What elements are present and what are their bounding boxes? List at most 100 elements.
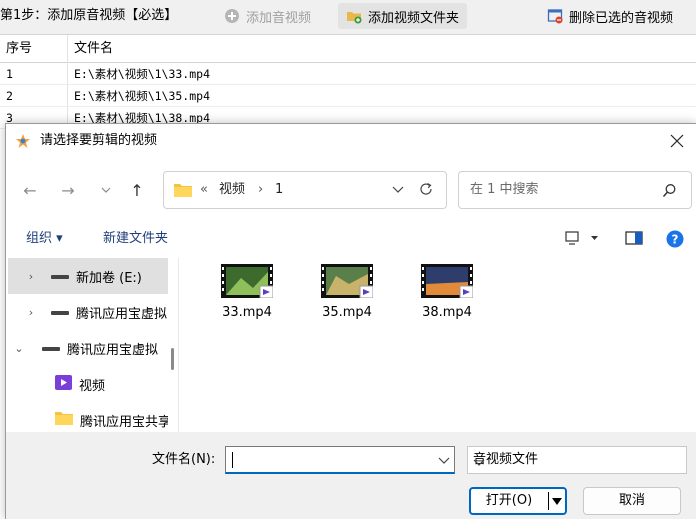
video-thumbnail-icon: [221, 264, 274, 299]
monitor-view-icon: [565, 231, 598, 245]
up-button[interactable]: ↑: [123, 176, 151, 204]
video-folder-icon: [55, 374, 72, 394]
video-thumbnail-icon: [421, 264, 474, 299]
delete-list-icon: [547, 8, 563, 24]
preview-pane-button[interactable]: [625, 230, 643, 250]
folder-icon: [174, 183, 192, 197]
video-thumbnail-icon: [321, 264, 374, 299]
file-item-35[interactable]: 35.mp4: [302, 264, 392, 320]
drive-icon: [51, 269, 69, 284]
refresh-icon: [420, 182, 432, 195]
breadcrumb-separator: ›: [258, 182, 264, 197]
expand-chevron-icon[interactable]: ›: [24, 270, 38, 283]
sidebar-item-label: 腾讯应用宝虚拟: [67, 342, 159, 358]
file-type-dropdown[interactable]: [473, 453, 680, 479]
svg-text:?: ?: [672, 233, 679, 247]
add-av-button[interactable]: 添加音视频: [216, 3, 319, 29]
back-button[interactable]: ←: [16, 176, 44, 204]
file-name: 33.mp4: [222, 305, 272, 320]
recent-locations-button[interactable]: [92, 176, 120, 204]
arrow-right-icon: →: [61, 180, 75, 200]
open-button-label: 打开(O): [485, 493, 533, 508]
row-index: 1: [6, 67, 13, 81]
expand-chevron-icon[interactable]: ›: [24, 306, 38, 319]
dialog-title: 请选择要剪辑的视频: [40, 133, 158, 148]
pane-divider[interactable]: [178, 258, 179, 432]
dialog-footer: 文件名(N): 音视频文件 打开(O) 取消: [6, 432, 696, 519]
file-item-33[interactable]: 33.mp4: [202, 264, 292, 320]
sidebar-item-tencent-shared[interactable]: 腾讯应用宝共享: [8, 402, 168, 432]
new-folder-button[interactable]: 新建文件夹: [103, 222, 168, 256]
file-name: 35.mp4: [322, 305, 372, 320]
sidebar-item-tencent-virtual-1[interactable]: › 腾讯应用宝虚拟: [8, 294, 168, 330]
forward-button[interactable]: →: [54, 176, 82, 204]
close-button[interactable]: [657, 124, 696, 158]
table-row[interactable]: 2 E:\素材\视频\1\35.mp4: [0, 85, 696, 107]
collapse-chevron-icon[interactable]: ⌄: [12, 342, 26, 355]
organize-menu-button[interactable]: 组织 ▾: [26, 222, 63, 256]
add-folder-button[interactable]: 添加视频文件夹: [338, 3, 468, 29]
chevron-down-icon: [473, 459, 485, 466]
plus-circle-icon: [224, 8, 240, 24]
sidebar-item-videos[interactable]: 视频: [8, 366, 168, 402]
filename-combobox[interactable]: [225, 446, 455, 474]
sidebar-item-label: 视频: [79, 378, 106, 394]
sidebar-scrollbar[interactable]: [171, 348, 174, 370]
open-options-dropdown[interactable]: [551, 494, 563, 512]
file-name: 38.mp4: [422, 305, 472, 320]
search-box[interactable]: 在 1 中搜索: [458, 171, 692, 209]
row-index: 2: [6, 89, 13, 103]
caret-down-icon: [552, 498, 562, 505]
file-type-select[interactable]: 音视频文件: [467, 446, 687, 474]
filename-input[interactable]: [230, 449, 426, 471]
cancel-button[interactable]: 取消: [583, 487, 681, 515]
delete-selected-button[interactable]: 删除已选的音视频: [539, 3, 681, 29]
file-list: 33.mp4 35.mp4 38.mp4: [186, 258, 696, 432]
filename-history-dropdown[interactable]: [438, 453, 450, 471]
arrow-up-icon: ↑: [130, 180, 144, 200]
search-placeholder: 在 1 中搜索: [470, 182, 539, 197]
step-label: 第1步：添加原音视频【必选】: [0, 8, 178, 23]
address-history-dropdown[interactable]: [392, 182, 404, 200]
text-caret: [232, 452, 233, 468]
navigation-bar: ← → ↑ « 视频 › 1 在 1 中搜索: [6, 158, 696, 218]
breadcrumb-videos[interactable]: 视频: [219, 172, 245, 208]
filename-label: 文件名(N):: [152, 452, 216, 467]
navigation-pane: › 新加卷 (E:) › 腾讯应用宝虚拟 ⌄ 腾讯应用宝虚拟 视频 腾讯应用宝共…: [6, 258, 185, 432]
row-path: E:\素材\视频\1\35.mp4: [74, 89, 211, 103]
sidebar-item-label: 新加卷 (E:): [76, 270, 142, 286]
drive-icon: [51, 305, 69, 320]
dialog-titlebar[interactable]: 请选择要剪辑的视频: [6, 124, 696, 158]
add-av-label: 添加音视频: [246, 10, 312, 26]
table-row[interactable]: 1 E:\素材\视频\1\33.mp4: [0, 63, 696, 85]
sidebar-item-label: 腾讯应用宝共享: [80, 414, 168, 430]
breadcrumb-folder-1[interactable]: 1: [275, 172, 283, 208]
refresh-button[interactable]: [418, 181, 434, 201]
help-icon: ?: [666, 230, 684, 248]
address-bar[interactable]: « 视频 › 1: [163, 171, 447, 209]
arrow-left-icon: ←: [23, 180, 37, 200]
split-divider: [548, 492, 549, 510]
table-header: 序号 文件名: [0, 35, 696, 63]
chevron-down-icon: [438, 457, 450, 464]
open-file-dialog: 请选择要剪辑的视频 ← → ↑ « 视频 › 1 在 1 中搜索 组织 ▾ 新建…: [5, 123, 696, 519]
app-logo-icon: [15, 133, 31, 149]
drive-icon: [42, 341, 60, 356]
view-options-button[interactable]: [565, 230, 599, 250]
folder-icon: [55, 411, 73, 429]
open-button[interactable]: 打开(O): [469, 487, 567, 515]
help-button[interactable]: ?: [666, 230, 684, 252]
command-bar: 组织 ▾ 新建文件夹 ?: [6, 222, 696, 256]
breadcrumb-overflow[interactable]: «: [200, 172, 208, 208]
row-path: E:\素材\视频\1\33.mp4: [74, 67, 211, 81]
close-icon: [670, 134, 684, 148]
sidebar-item-drive-e[interactable]: › 新加卷 (E:): [8, 258, 168, 294]
column-filename[interactable]: 文件名: [74, 35, 113, 63]
search-icon[interactable]: [662, 183, 677, 202]
sidebar-item-tencent-virtual-2[interactable]: ⌄ 腾讯应用宝虚拟: [8, 330, 168, 366]
sidebar-item-label: 腾讯应用宝虚拟: [76, 306, 168, 322]
column-index[interactable]: 序号: [6, 35, 32, 63]
preview-pane-icon: [625, 231, 643, 245]
file-item-38[interactable]: 38.mp4: [402, 264, 492, 320]
delete-selected-label: 删除已选的音视频: [569, 10, 674, 26]
